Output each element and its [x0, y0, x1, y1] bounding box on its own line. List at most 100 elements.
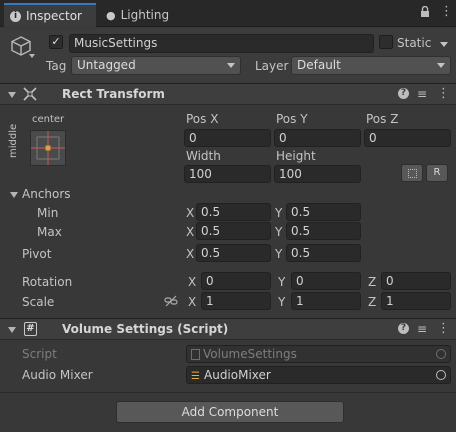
- foldout-arrow-icon[interactable]: [8, 92, 16, 98]
- layer-value: Default: [297, 58, 341, 72]
- active-checkbox[interactable]: ✓: [49, 35, 63, 49]
- pos-z-label: Pos Z: [366, 112, 399, 126]
- pos-y-field[interactable]: 0: [274, 129, 361, 147]
- rot-y-axis: Y: [278, 275, 286, 289]
- pivot-x-axis: X: [186, 247, 195, 261]
- min-y-axis: Y: [275, 206, 283, 220]
- volume-settings-body: Script VolumeSettings Audio Mixer ☰ Audi…: [0, 341, 456, 391]
- tag-value: Untagged: [77, 58, 136, 72]
- rotation-y-field[interactable]: 0: [291, 272, 361, 290]
- anchor-presets-button[interactable]: [30, 130, 66, 166]
- script-hash-icon: #: [24, 322, 37, 336]
- min-x-field[interactable]: 0.5: [196, 203, 271, 221]
- icon-dropdown-arrow[interactable]: [29, 54, 35, 58]
- script-field: VolumeSettings: [186, 345, 451, 363]
- constrain-proportions-icon[interactable]: [164, 294, 178, 311]
- rect-transform-body: center middle Pos X Pos Y Pos Z 0 0 0 Wi…: [0, 106, 456, 320]
- preset-sliders-icon[interactable]: ≡: [417, 87, 427, 101]
- audio-mixer-field[interactable]: ☰ AudioMixer: [186, 366, 451, 384]
- gameobject-name-input[interactable]: MusicSettings: [69, 34, 374, 53]
- height-label: Height: [276, 149, 316, 163]
- foldout-arrow-icon[interactable]: [8, 327, 16, 333]
- tab-lighting[interactable]: ● Lighting: [104, 3, 184, 27]
- lock-icon[interactable]: [420, 5, 430, 21]
- raw-edit-button[interactable]: R: [426, 164, 448, 182]
- max-y-axis: Y: [275, 225, 283, 239]
- script-label: Script: [22, 347, 57, 361]
- chevron-down-icon: [437, 63, 445, 68]
- scale-label: Scale: [22, 295, 55, 309]
- preset-sliders-icon[interactable]: ≡: [417, 322, 427, 336]
- pos-z-field[interactable]: 0: [364, 129, 451, 147]
- blueprint-mode-button[interactable]: [401, 164, 423, 182]
- min-label: Min: [37, 206, 59, 220]
- volume-settings-title: Volume Settings (Script): [62, 322, 229, 336]
- script-value: VolumeSettings: [203, 347, 297, 361]
- bulb-icon: ●: [106, 8, 116, 22]
- tab-inspector-label: Inspector: [26, 9, 82, 23]
- height-field[interactable]: 100: [274, 165, 361, 183]
- audio-mixer-value: AudioMixer: [204, 368, 271, 382]
- more-menu-icon[interactable]: ⋮: [440, 4, 453, 19]
- help-icon[interactable]: ?: [398, 323, 409, 334]
- width-field[interactable]: 100: [184, 165, 271, 183]
- tab-bar: i Inspector ● Lighting ⋮: [0, 0, 456, 27]
- divider: [0, 392, 456, 393]
- object-picker-icon[interactable]: [436, 370, 446, 380]
- pos-x-label: Pos X: [186, 112, 219, 126]
- rot-z-axis: Z: [368, 275, 377, 289]
- scale-x-field[interactable]: 1: [201, 292, 271, 310]
- tab-inspector[interactable]: i Inspector: [4, 3, 96, 27]
- anchors-label: Anchors: [22, 187, 71, 201]
- min-y-field[interactable]: 0.5: [286, 203, 361, 221]
- dotted-square-icon: [407, 169, 417, 178]
- pos-x-field[interactable]: 0: [184, 129, 271, 147]
- pivot-x-field[interactable]: 0.5: [196, 244, 271, 262]
- anchor-preset-v-label: middle: [8, 123, 19, 158]
- rect-transform-icon: [23, 87, 37, 104]
- audio-mixer-icon: ☰: [191, 371, 200, 382]
- width-label: Width: [186, 149, 221, 163]
- anchors-foldout-icon[interactable]: [10, 192, 18, 198]
- static-dropdown-arrow[interactable]: [440, 42, 448, 47]
- component-menu-icon[interactable]: ⋮: [437, 321, 450, 336]
- audio-mixer-label: Audio Mixer: [22, 368, 93, 382]
- rect-transform-header[interactable]: Rect Transform ? ≡ ⋮: [0, 83, 456, 105]
- pos-y-label: Pos Y: [276, 112, 308, 126]
- volume-settings-header[interactable]: # Volume Settings (Script) ? ≡ ⋮: [0, 318, 456, 340]
- component-menu-icon[interactable]: ⋮: [437, 86, 450, 101]
- pivot-y-field[interactable]: 0.5: [286, 244, 361, 262]
- anchor-preset-h-label: center: [32, 114, 65, 125]
- layer-label: Layer: [255, 59, 289, 73]
- rot-x-axis: X: [188, 275, 197, 289]
- tag-label: Tag: [46, 59, 67, 73]
- tag-dropdown[interactable]: Untagged: [71, 56, 241, 75]
- scale-y-field[interactable]: 1: [291, 292, 361, 310]
- static-label: Static: [397, 36, 432, 50]
- scale-z-axis: Z: [368, 295, 377, 309]
- pivot-label: Pivot: [22, 247, 52, 261]
- rotation-x-field[interactable]: 0: [201, 272, 271, 290]
- chevron-down-icon: [227, 63, 235, 68]
- gameobject-header: ✓ MusicSettings Static Tag Untagged Laye…: [0, 28, 456, 84]
- rect-transform-title: Rect Transform: [62, 87, 165, 101]
- static-checkbox[interactable]: [379, 35, 393, 49]
- script-file-icon: [191, 349, 200, 360]
- scale-z-field[interactable]: 1: [381, 292, 451, 310]
- layer-dropdown[interactable]: Default: [291, 56, 451, 75]
- max-x-field[interactable]: 0.5: [196, 222, 271, 240]
- object-picker-icon: [436, 349, 446, 359]
- max-x-axis: X: [186, 225, 195, 239]
- help-icon[interactable]: ?: [398, 88, 409, 99]
- min-x-axis: X: [186, 206, 195, 220]
- scale-y-axis: Y: [278, 295, 286, 309]
- rotation-z-field[interactable]: 0: [381, 272, 451, 290]
- max-label: Max: [37, 225, 62, 239]
- info-icon: i: [10, 10, 21, 22]
- max-y-field[interactable]: 0.5: [286, 222, 361, 240]
- pivot-y-axis: Y: [275, 247, 283, 261]
- rotation-label: Rotation: [22, 275, 73, 289]
- scale-x-axis: X: [188, 295, 197, 309]
- add-component-button[interactable]: Add Component: [116, 401, 344, 423]
- tab-lighting-label: Lighting: [120, 8, 170, 22]
